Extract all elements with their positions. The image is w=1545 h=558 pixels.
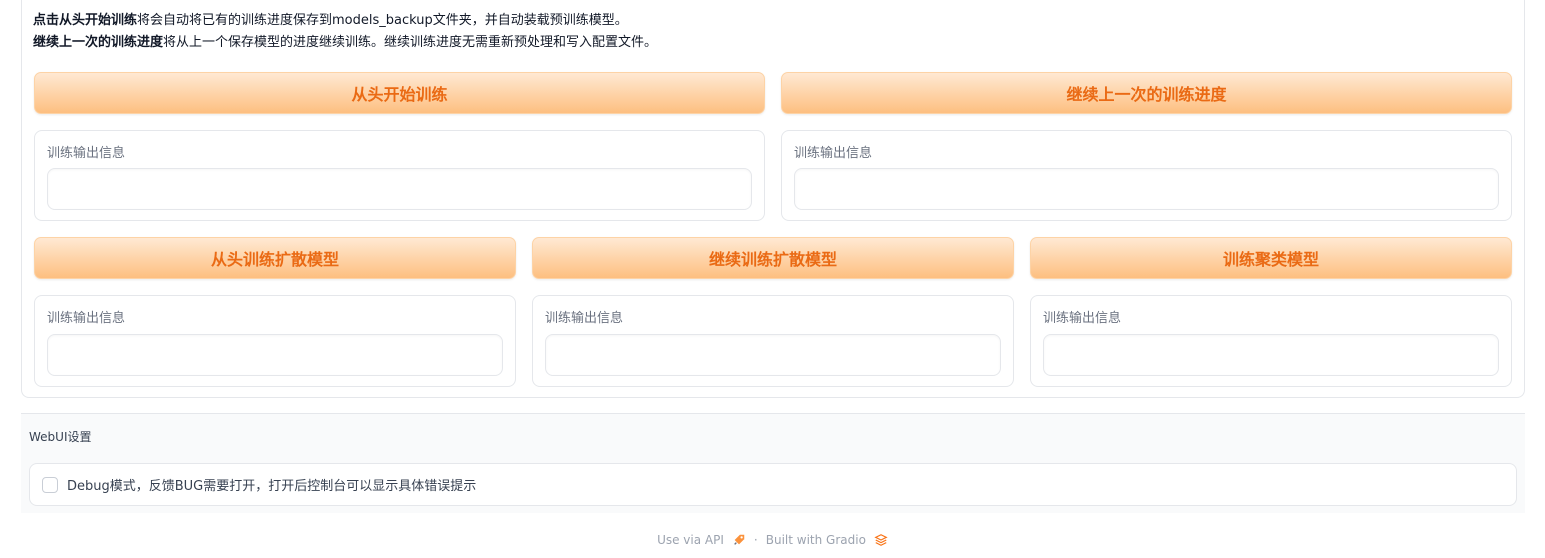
- output-textbox[interactable]: [47, 334, 503, 376]
- cluster-output-box: 训练输出信息: [1030, 295, 1512, 387]
- debug-mode-row[interactable]: Debug模式，反馈BUG需要打开，打开后控制台可以显示具体错误提示: [29, 463, 1517, 506]
- note-line-1: 点击从头开始训练将会自动将已有的训练进度保存到models_backup文件夹，…: [33, 10, 657, 32]
- output-label: 训练输出信息: [794, 146, 873, 161]
- output-textbox[interactable]: [794, 168, 1499, 210]
- output-label: 训练输出信息: [545, 311, 624, 326]
- training-notes: 点击从头开始训练将会自动将已有的训练进度保存到models_backup文件夹，…: [33, 10, 657, 54]
- note-line-2: 继续上一次的训练进度将从上一个保存模型的进度继续训练。继续训练进度无需重新预处理…: [33, 32, 657, 54]
- use-via-api-link[interactable]: Use via API: [657, 533, 724, 547]
- diffusion-output-box-2: 训练输出信息: [532, 295, 1014, 387]
- train-diffusion-scratch-button[interactable]: 从头训练扩散模型: [34, 237, 516, 279]
- note-1-text: 将会自动将已有的训练进度保存到models_backup文件夹，并自动装载预训练…: [137, 13, 628, 28]
- note-2-text: 将从上一个保存模型的进度继续训练。继续训练进度无需重新预处理和写入配置文件。: [163, 35, 658, 50]
- output-textbox[interactable]: [545, 334, 1001, 376]
- output-label: 训练输出信息: [47, 146, 126, 161]
- output-textbox[interactable]: [1043, 334, 1499, 376]
- settings-title: WebUI设置: [29, 430, 92, 444]
- output-label: 训练输出信息: [1043, 311, 1122, 326]
- diffusion-output-box-1: 训练输出信息: [34, 295, 516, 387]
- page: 点击从头开始训练将会自动将已有的训练进度保存到models_backup文件夹，…: [0, 0, 1545, 558]
- rocket-icon: [734, 534, 745, 545]
- footer: Use via API · Built with Gradio: [0, 530, 1545, 550]
- output-label: 训练输出信息: [47, 311, 126, 326]
- gradio-logo-icon: [874, 534, 888, 546]
- debug-checkbox[interactable]: [42, 476, 58, 493]
- continue-diffusion-button[interactable]: 继续训练扩散模型: [532, 237, 1014, 279]
- train-output-box-1: 训练输出信息: [34, 130, 765, 221]
- webui-settings-section: WebUI设置 Debug模式，反馈BUG需要打开，打开后控制台可以显示具体错误…: [21, 413, 1525, 513]
- train-output-box-2: 训练输出信息: [781, 130, 1512, 221]
- debug-label: Debug模式，反馈BUG需要打开，打开后控制台可以显示具体错误提示: [67, 479, 477, 494]
- train-cluster-button[interactable]: 训练聚类模型: [1030, 237, 1512, 279]
- built-with-gradio-link[interactable]: Built with Gradio: [766, 533, 866, 547]
- footer-separator: ·: [753, 533, 758, 547]
- train-from-scratch-button[interactable]: 从头开始训练: [34, 72, 765, 114]
- note-1-bold: 点击从头开始训练: [33, 13, 138, 28]
- output-textbox[interactable]: [47, 168, 752, 210]
- continue-training-button[interactable]: 继续上一次的训练进度: [781, 72, 1512, 114]
- note-2-bold: 继续上一次的训练进度: [33, 35, 164, 50]
